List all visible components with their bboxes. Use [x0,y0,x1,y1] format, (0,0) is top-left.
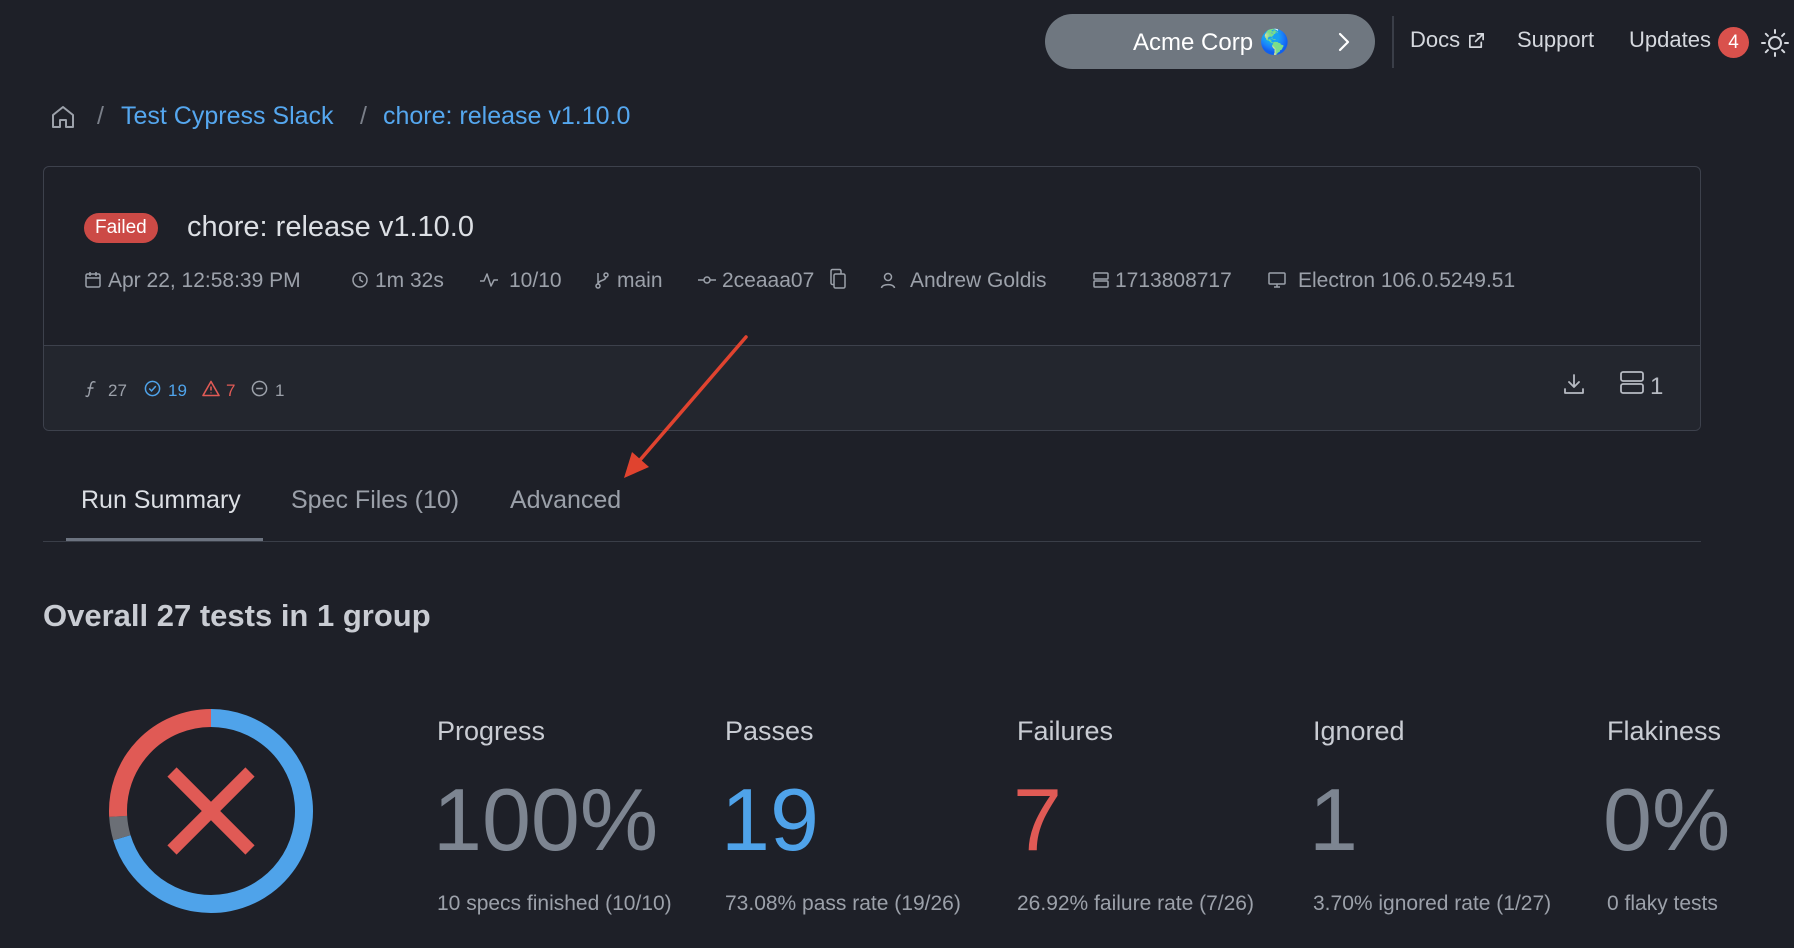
topbar-divider [1392,16,1394,68]
metric-value: 1 [1309,770,1358,869]
total-tests-count: 27 [108,381,127,400]
metric-subtext: 3.70% ignored rate (1/27) [1313,892,1552,915]
summary-title: Overall 27 tests in 1 group [43,598,431,633]
tab-spec-files[interactable]: Spec Files (10) [291,486,459,515]
support-link[interactable]: Support [1517,27,1594,53]
passed-tests-count: 19 [168,381,187,400]
metric-subtext: 0 flaky tests [1607,892,1718,915]
home-icon[interactable] [50,104,76,130]
calendar-icon [84,271,102,289]
run-duration: 1m 32s [375,269,444,292]
server-icon [1092,271,1110,289]
skipped-circle-icon [251,380,268,397]
run-result-donut-chart [109,709,313,913]
user-icon [879,271,897,289]
breadcrumb-separator: / [97,102,104,130]
metric-label: Failures [1017,716,1114,746]
copy-icon[interactable] [829,268,847,290]
annotation-arrow [624,335,748,478]
metric-label: Progress [437,716,546,746]
skipped-tests-count: 1 [275,381,285,400]
run-date: Apr 22, 12:58:39 PM [108,269,301,292]
status-badge: Failed [84,213,158,243]
metric-value: 19 [721,770,819,869]
x-icon [167,767,255,855]
metric-label: Passes [725,716,814,746]
metric-subtext: 10 specs finished (10/10) [437,892,672,915]
metric-subtext: 26.92% failure rate (7/26) [1017,892,1254,915]
metric-value: 100% [433,770,659,869]
run-author: Andrew Goldis [910,269,1047,292]
metric-label: Flakiness [1607,716,1722,746]
breadcrumb-project-link[interactable]: Test Cypress Slack [121,102,334,131]
skipped-segment [109,815,131,841]
external-link-icon [1467,31,1486,50]
metric-label: Ignored [1313,716,1405,746]
updates-count-badge: 4 [1718,27,1749,58]
download-icon[interactable] [1562,372,1586,396]
run-commit-sha[interactable]: 2ceaaa07 [722,269,814,293]
run-title: chore: release v1.10.0 [187,211,474,243]
git-commit-icon [697,271,717,289]
clock-icon [351,271,369,289]
docs-link[interactable]: Docs [1410,27,1460,53]
organization-switcher-button[interactable]: Acme Corp 🌎 [1045,14,1375,69]
updates-link[interactable]: Updates [1629,27,1711,53]
run-branch[interactable]: main [617,269,663,293]
metric-value: 7 [1013,770,1062,869]
warning-triangle-icon [202,380,220,397]
run-header-card: Failed chore: release v1.10.0 Apr 22, 12… [43,166,1701,431]
function-icon [85,380,97,398]
organization-name: Acme Corp 🌎 [1133,29,1290,56]
git-branch-icon [594,271,610,289]
run-stats-bar: 27 19 7 1 1 [44,345,1700,430]
run-specs-count: 10/10 [509,269,562,292]
groups-count: 1 [1650,373,1664,400]
metric-value: 0% [1603,770,1731,869]
check-circle-icon [144,380,161,397]
chevron-right-icon [1337,31,1351,53]
run-ci-build-id: 1713808717 [1115,269,1232,292]
activity-icon [479,271,499,289]
run-browser: Electron 106.0.5249.51 [1298,269,1516,292]
monitor-icon [1267,271,1287,289]
server-icon [1619,370,1645,396]
breadcrumb-separator: / [360,102,367,130]
breadcrumb-run-link[interactable]: chore: release v1.10.0 [383,102,630,131]
tab-advanced[interactable]: Advanced [510,486,621,515]
tab-run-summary[interactable]: Run Summary [81,486,241,515]
tabs-divider [43,541,1701,542]
metric-subtext: 73.08% pass rate (19/26) [725,892,961,915]
failed-tests-count: 7 [226,381,236,400]
sun-icon[interactable] [1760,28,1790,58]
